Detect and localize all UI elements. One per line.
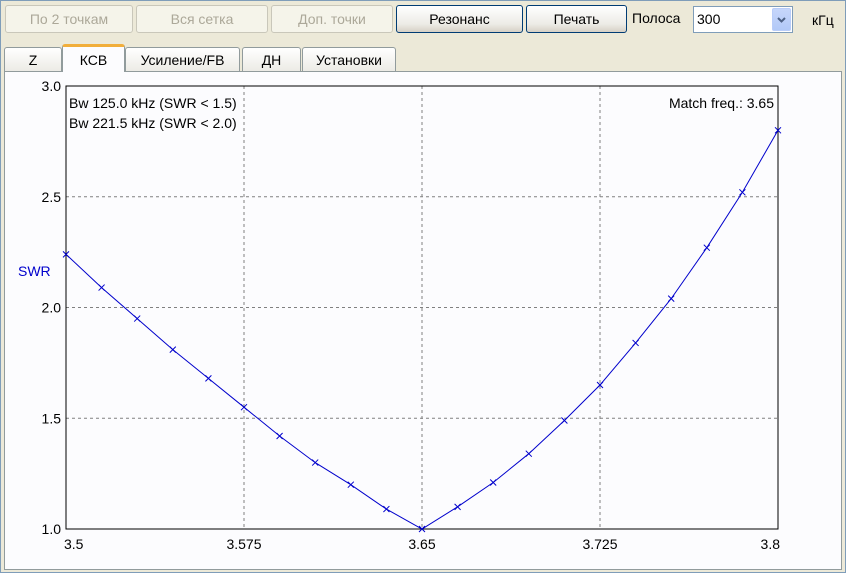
- swr-data-point: [133, 315, 141, 322]
- swr-data-point: [169, 346, 177, 353]
- swr-data-point: [525, 450, 533, 458]
- y-axis-label: SWR: [18, 263, 51, 279]
- swr-data-point: [205, 375, 212, 382]
- bw-annotation-1: Bw 125.0 kHz (SWR < 1.5): [69, 95, 237, 111]
- y-tick-label: 3.0: [42, 78, 62, 94]
- match-freq-label: Match freq.: 3.65: [669, 95, 774, 111]
- tab-swr[interactable]: КСВ: [62, 44, 125, 72]
- swr-data-point: [632, 339, 639, 347]
- swr-data-point: [98, 284, 105, 291]
- y-tick-label: 1.0: [42, 521, 62, 537]
- x-tick-label: 3.8: [761, 536, 781, 552]
- x-tick-label: 3.725: [582, 536, 617, 552]
- y-tick-label: 1.5: [42, 410, 62, 426]
- swr-data-point: [383, 505, 390, 513]
- swr-chart: 1.0 1.5 2.0 2.5 3.0 3.5 3.575 3.65 3.725 3.8 SWR…: [18, 78, 782, 552]
- swr-data-point: [454, 503, 461, 511]
- chart-grid: [66, 86, 778, 529]
- y-tick-label: 2.5: [42, 189, 62, 205]
- y-tick-label: 2.0: [42, 300, 62, 316]
- swr-data-point: [703, 244, 711, 252]
- swr-data-point: [667, 295, 675, 302]
- swr-data-point: [347, 481, 355, 489]
- x-tick-label: 3.5: [64, 536, 84, 552]
- bw-annotation-2: Bw 221.5 kHz (SWR < 2.0): [69, 115, 237, 131]
- swr-data-point: [311, 459, 319, 466]
- swr-data-point: [489, 479, 497, 486]
- swr-data-point: [276, 432, 283, 440]
- x-tick-label: 3.65: [408, 536, 435, 552]
- x-tick-label: 3.575: [226, 536, 261, 552]
- swr-data-point: [739, 188, 746, 196]
